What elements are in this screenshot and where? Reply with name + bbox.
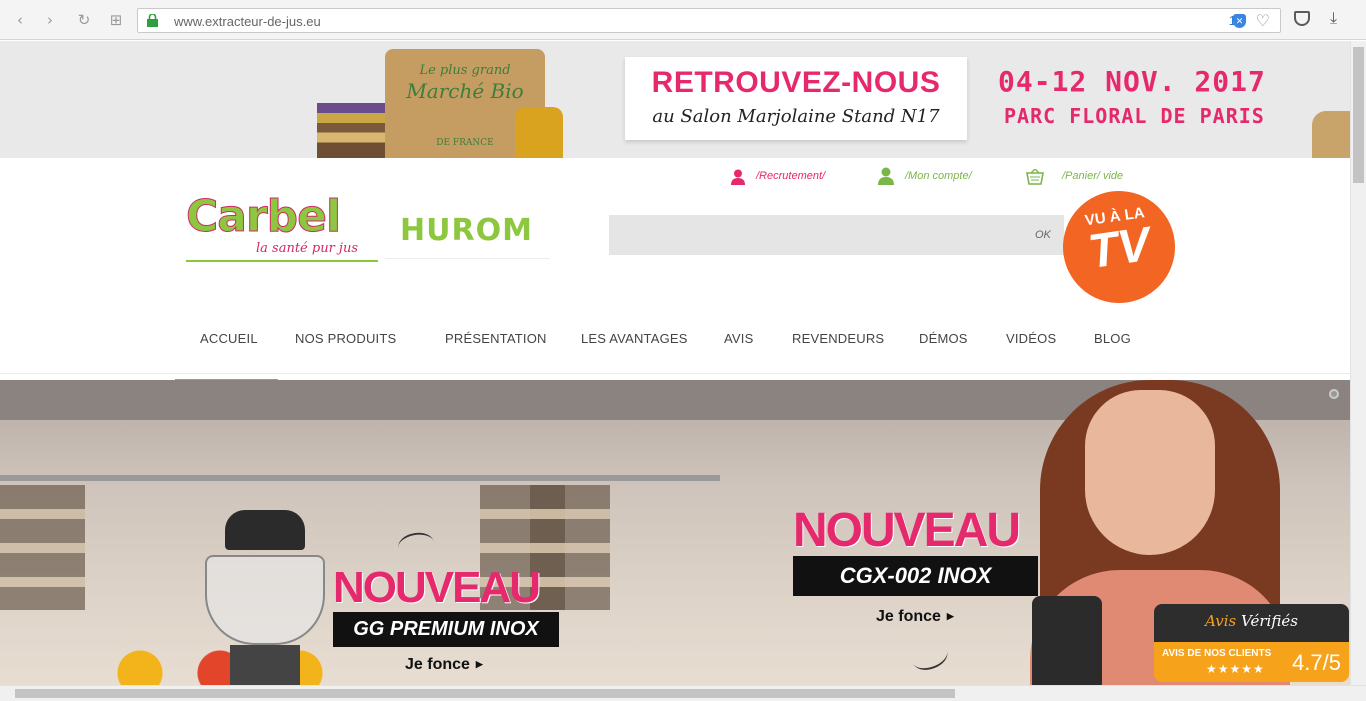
search-box: OK xyxy=(609,215,1064,255)
slider-dot[interactable] xyxy=(1329,389,1339,399)
hero-slider[interactable]: NOUVEAU GG PREMIUM INOX Je fonce ▶ NOUVEA… xyxy=(0,380,1350,685)
account-icon[interactable] xyxy=(878,167,894,185)
bag-small-text: Le plus grand xyxy=(419,63,511,78)
bag-big-text: Marché Bio xyxy=(406,79,524,103)
menu-item-revendeurs[interactable]: REVENDEURS xyxy=(792,331,884,346)
juicer-illustration xyxy=(1032,596,1102,685)
search-ok-button[interactable]: OK xyxy=(1035,229,1051,241)
reviews-label: AVIS DE NOS CLIENTS xyxy=(1162,648,1272,659)
url-text[interactable]: www.extracteur-de-jus.eu xyxy=(174,14,321,29)
cart-link[interactable]: /Panier/ vide xyxy=(1062,170,1123,182)
recruitment-link[interactable]: /Recrutement/ xyxy=(756,170,825,182)
reviews-header: Avis Vérifiés xyxy=(1154,604,1349,642)
horizontal-scrollbar[interactable] xyxy=(0,685,1366,701)
menu-divider xyxy=(0,373,1350,374)
curved-arrow-icon xyxy=(908,639,952,675)
pocket-icon[interactable] xyxy=(1294,11,1310,26)
promo-right-product: CGX-002 INOX xyxy=(793,556,1038,596)
scrollbar-thumb[interactable] xyxy=(1353,47,1364,183)
juicer-bowl xyxy=(205,555,325,645)
event-place: PARC FLORAL DE PARIS xyxy=(1004,104,1265,128)
promo-left-product: GG PREMIUM INOX xyxy=(333,612,559,647)
promo-left-cta[interactable]: Je fonce ▶ xyxy=(405,656,483,674)
event-banner[interactable]: Le plus grand Marché Bio DE FRANCE RETRO… xyxy=(0,41,1350,158)
browser-toolbar: ‹ › ↻ ⊞ www.extracteur-de-jus.eu 1 ✕ ♡ ⤓ xyxy=(0,0,1366,40)
juicer-illustration xyxy=(205,510,325,685)
event-board: RETROUVEZ-NOUS au Salon Marjolaine Stand… xyxy=(625,57,967,140)
menu-item-demos[interactable]: DÉMOS xyxy=(919,331,968,346)
play-arrow-icon: ▶ xyxy=(475,659,483,669)
menu-item-blog[interactable]: BLOG xyxy=(1094,331,1131,346)
reviews-title-a: Avis xyxy=(1205,612,1237,630)
books-illustration xyxy=(317,103,395,158)
menu-item-avantages[interactable]: LES AVANTAGES xyxy=(581,331,688,346)
reviews-title: Avis Vérifiés xyxy=(1154,612,1349,630)
kitchen-rail xyxy=(0,475,720,481)
menu-item-accueil[interactable]: ACCUEIL xyxy=(200,331,258,346)
logo-underline xyxy=(186,260,378,262)
menu-item-presentation[interactable]: PRÉSENTATION xyxy=(445,331,547,346)
main-menu: ACCUEIL NOS PRODUITS PRÉSENTATION LES AV… xyxy=(0,325,1350,353)
lock-icon xyxy=(147,14,158,27)
forward-icon[interactable]: › xyxy=(40,10,60,30)
spice-rack xyxy=(530,485,610,610)
event-board-title: RETROUVEZ-NOUS xyxy=(651,66,941,99)
reviews-title-b: Vérifiés xyxy=(1241,612,1298,630)
juicer-base xyxy=(230,645,300,685)
promo-left-cta-label: Je fonce xyxy=(405,656,470,673)
carbel-logo[interactable]: Carbel la santé pur jus xyxy=(186,191,378,262)
heart-icon[interactable]: ♡ xyxy=(1256,11,1270,30)
tv-badge[interactable]: VU À LA TV xyxy=(1055,183,1183,311)
play-arrow-icon: ▶ xyxy=(946,611,954,621)
back-icon[interactable]: ‹ xyxy=(10,10,30,30)
star-rating-icon: ★★★★★ xyxy=(1206,662,1265,676)
promo-left-title: NOUVEAU xyxy=(333,563,541,612)
divider xyxy=(385,258,550,259)
promo-right-title: NOUVEAU xyxy=(793,504,1021,557)
carbel-logo-tagline: la santé pur jus xyxy=(256,241,359,256)
promo-right-cta-label: Je fonce xyxy=(876,608,941,625)
vertical-scrollbar[interactable] xyxy=(1350,41,1366,685)
cart-icon[interactable] xyxy=(1026,169,1044,185)
juicer-cap xyxy=(225,510,305,550)
speed-dial-icon[interactable]: ⊞ xyxy=(106,10,126,30)
promo-right-cta[interactable]: Je fonce ▶ xyxy=(876,608,954,626)
search-input[interactable] xyxy=(609,215,1019,255)
address-bar[interactable]: www.extracteur-de-jus.eu 1 ✕ ♡ xyxy=(137,8,1281,33)
curved-arrow-icon xyxy=(396,530,436,560)
scrollbar-thumb[interactable] xyxy=(15,689,955,698)
bottle-illustration xyxy=(515,107,563,158)
spice-rack xyxy=(0,485,85,610)
recruitment-icon[interactable] xyxy=(731,169,745,185)
shield-icon[interactable]: ✕ xyxy=(1233,14,1246,28)
menu-item-nos-produits[interactable]: NOS PRODUITS xyxy=(295,331,396,346)
event-date: 04-12 NOV. 2017 xyxy=(998,65,1266,98)
decoration xyxy=(1312,111,1350,158)
carbel-logo-name: Carbel xyxy=(186,191,342,242)
reviews-widget[interactable]: Avis Vérifiés AVIS DE NOS CLIENTS ★★★★★ … xyxy=(1154,604,1349,682)
web-page: Le plus grand Marché Bio DE FRANCE RETRO… xyxy=(0,41,1350,685)
download-icon[interactable]: ⤓ xyxy=(1330,8,1337,28)
menu-item-videos[interactable]: VIDÉOS xyxy=(1006,331,1056,346)
bag-sub-text: DE FRANCE xyxy=(436,138,494,148)
face xyxy=(1085,390,1215,555)
hurom-logo[interactable]: HUROM xyxy=(400,213,533,248)
reload-icon[interactable]: ↻ xyxy=(74,10,94,30)
menu-item-avis[interactable]: AVIS xyxy=(724,331,753,346)
reviews-score: 4.7/5 xyxy=(1292,650,1341,675)
reviews-body: AVIS DE NOS CLIENTS ★★★★★ 4.7/5 xyxy=(1154,642,1349,682)
account-link[interactable]: /Mon compte/ xyxy=(905,170,972,182)
event-board-subtitle: au Salon Marjolaine Stand N17 xyxy=(652,106,940,127)
